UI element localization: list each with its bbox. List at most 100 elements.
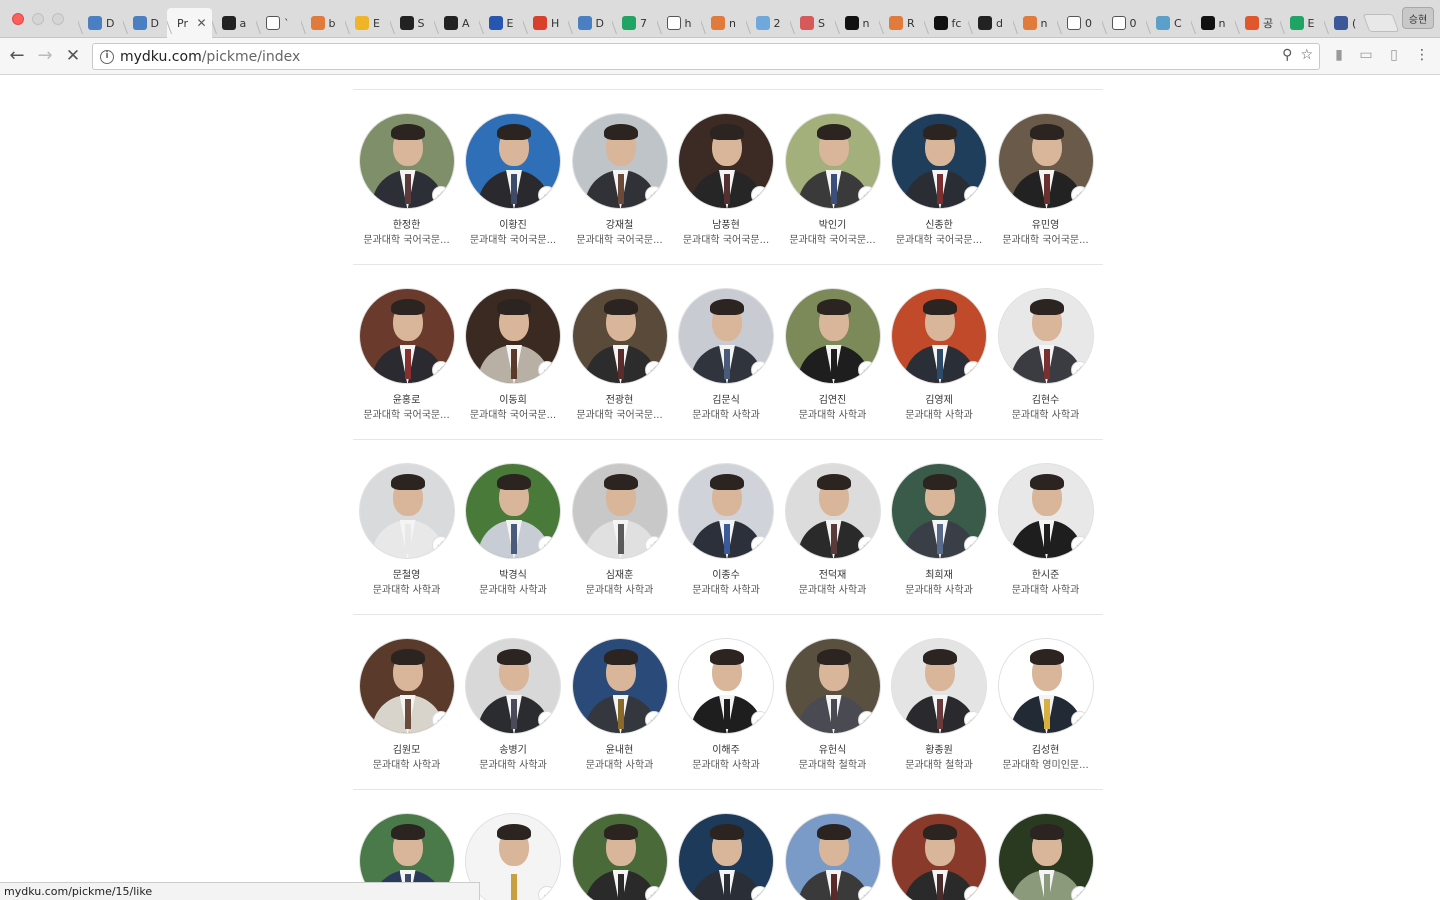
professor-card[interactable]: ✓ 이동희 문과대학 국어국문... [460, 288, 567, 423]
pick-check-icon[interactable]: ✓ [644, 186, 663, 204]
pick-check-icon[interactable]: ✓ [431, 186, 450, 204]
browser-tab[interactable]: ` [256, 8, 301, 38]
professor-photo[interactable]: ✓ [465, 638, 561, 734]
professor-photo[interactable]: ✓ [784, 463, 881, 559]
professor-card[interactable]: ✓ [673, 813, 780, 900]
professor-card[interactable]: ✓ 송병기 문과대학 사학과 [460, 638, 567, 773]
professor-card[interactable]: ✓ 김영제 문과대학 사학과 [886, 288, 993, 423]
professor-photo[interactable]: ✓ [358, 113, 455, 209]
professor-photo[interactable]: ✓ [997, 638, 1094, 734]
professor-photo[interactable]: ✓ [465, 288, 561, 384]
professor-photo[interactable]: ✓ [784, 288, 881, 384]
professor-photo[interactable]: ✓ [891, 288, 987, 384]
professor-card[interactable]: ✓ 문철영 문과대학 사학과 [353, 463, 460, 598]
forward-arrow-icon[interactable]: → [34, 45, 56, 67]
professor-card[interactable]: ✓ 김문식 문과대학 사학과 [673, 288, 780, 423]
pick-check-icon[interactable]: ✓ [431, 361, 450, 379]
professor-card[interactable]: ✓ 김성현 문과대학 영미인문... [992, 638, 1099, 773]
professor-photo[interactable]: ✓ [997, 288, 1094, 384]
pick-check-icon[interactable]: ✓ [431, 536, 450, 554]
professor-card[interactable]: ✓ 전덕재 문과대학 사학과 [779, 463, 886, 598]
professor-photo[interactable]: ✓ [571, 288, 668, 384]
pick-check-icon[interactable]: ✓ [538, 711, 556, 729]
browser-tab[interactable]: fc [924, 8, 969, 38]
pick-check-icon[interactable]: ✓ [1070, 711, 1089, 729]
close-window-button[interactable] [12, 13, 24, 25]
professor-card[interactable]: ✓ 심재훈 문과대학 사학과 [566, 463, 673, 598]
browser-tab[interactable]: 0 [1102, 8, 1147, 38]
browser-tab[interactable]: D [123, 8, 168, 38]
pick-check-icon[interactable]: ✓ [857, 886, 876, 900]
professor-card[interactable]: ✓ 김원모 문과대학 사학과 [353, 638, 460, 773]
browser-tab[interactable]: b [301, 8, 346, 38]
browser-tab[interactable]: 0 [1057, 8, 1102, 38]
browser-tab[interactable]: A [434, 8, 479, 38]
pick-check-icon[interactable]: ✓ [538, 361, 556, 379]
professor-photo[interactable]: ✓ [891, 813, 987, 900]
professor-card[interactable]: ✓ 김연진 문과대학 사학과 [779, 288, 886, 423]
browser-tab[interactable]: n [1191, 8, 1236, 38]
professor-photo[interactable]: ✓ [571, 638, 668, 734]
professor-photo[interactable]: ✓ [465, 463, 561, 559]
pick-check-icon[interactable]: ✓ [1070, 886, 1089, 900]
professor-card[interactable]: ✓ 김현수 문과대학 사학과 [992, 288, 1099, 423]
menu-icon[interactable]: ⋮ [1413, 47, 1431, 65]
professor-photo[interactable]: ✓ [358, 288, 455, 384]
professor-photo[interactable]: ✓ [784, 113, 881, 209]
professor-card[interactable]: ✓ 윤홍로 문과대학 국어국문... [353, 288, 460, 423]
browser-tab[interactable]: n [1013, 8, 1058, 38]
professor-card[interactable]: ✓ 전광현 문과대학 국어국문... [566, 288, 673, 423]
professor-card[interactable]: ✓ 박경식 문과대학 사학과 [460, 463, 567, 598]
browser-tab[interactable]: 공 [1235, 8, 1280, 38]
pick-check-icon[interactable]: ✓ [751, 536, 769, 554]
professor-photo[interactable]: ✓ [784, 813, 881, 900]
pick-check-icon[interactable]: ✓ [964, 711, 982, 729]
professor-card[interactable]: ✓ 한시준 문과대학 사학과 [992, 463, 1099, 598]
profile-button[interactable]: 승현 [1402, 7, 1434, 29]
professor-card[interactable]: ✓ [779, 813, 886, 900]
pick-check-icon[interactable]: ✓ [857, 711, 876, 729]
pick-check-icon[interactable]: ✓ [1070, 186, 1089, 204]
browser-tab[interactable]: n [701, 8, 746, 38]
pick-check-icon[interactable]: ✓ [751, 186, 769, 204]
browser-tab[interactable]: h [657, 8, 702, 38]
professor-photo[interactable]: ✓ [678, 288, 774, 384]
browser-tab[interactable]: d [968, 8, 1013, 38]
professor-photo[interactable]: ✓ [891, 463, 987, 559]
browser-tab[interactable]: R [879, 8, 924, 38]
pick-check-icon[interactable]: ✓ [538, 536, 556, 554]
new-tab-button[interactable] [1362, 14, 1400, 32]
professor-photo[interactable]: ✓ [997, 463, 1094, 559]
browser-tab[interactable]: S [790, 8, 835, 38]
professor-photo[interactable]: ✓ [571, 463, 668, 559]
pick-check-icon[interactable]: ✓ [964, 536, 982, 554]
browser-tab[interactable]: 7 [612, 8, 657, 38]
pick-check-icon[interactable]: ✓ [964, 886, 982, 900]
professor-photo[interactable]: ✓ [465, 113, 561, 209]
pick-check-icon[interactable]: ✓ [431, 711, 450, 729]
browser-tab[interactable]: H [523, 8, 568, 38]
browser-tab[interactable]: E [345, 8, 390, 38]
professor-photo[interactable]: ✓ [358, 463, 455, 559]
tab-close-icon[interactable]: ✕ [196, 16, 206, 30]
pick-check-icon[interactable]: ✓ [751, 361, 769, 379]
professor-card[interactable]: ✓ [566, 813, 673, 900]
professor-photo[interactable]: ✓ [784, 638, 881, 734]
browser-tab[interactable]: E [479, 8, 524, 38]
browser-tab[interactable]: E [1280, 8, 1325, 38]
professor-photo[interactable]: ✓ [891, 113, 987, 209]
pick-check-icon[interactable]: ✓ [964, 186, 982, 204]
professor-card[interactable]: ✓ 이종수 문과대학 사학과 [673, 463, 780, 598]
browser-tab[interactable]: ( [1324, 8, 1369, 38]
pick-check-icon[interactable]: ✓ [538, 186, 556, 204]
professor-photo[interactable]: ✓ [678, 813, 774, 900]
professor-photo[interactable]: ✓ [678, 638, 774, 734]
professor-photo[interactable]: ✓ [678, 463, 774, 559]
professor-card[interactable]: ✓ 신종한 문과대학 국어국문... [886, 113, 993, 248]
professor-photo[interactable]: ✓ [678, 113, 774, 209]
professor-card[interactable]: ✓ 이해주 문과대학 사학과 [673, 638, 780, 773]
pick-check-icon[interactable]: ✓ [644, 886, 663, 900]
professor-card[interactable]: ✓ 유헌식 문과대학 철학과 [779, 638, 886, 773]
professor-photo[interactable]: ✓ [358, 638, 455, 734]
professor-card[interactable]: ✓ 최희재 문과대학 사학과 [886, 463, 993, 598]
